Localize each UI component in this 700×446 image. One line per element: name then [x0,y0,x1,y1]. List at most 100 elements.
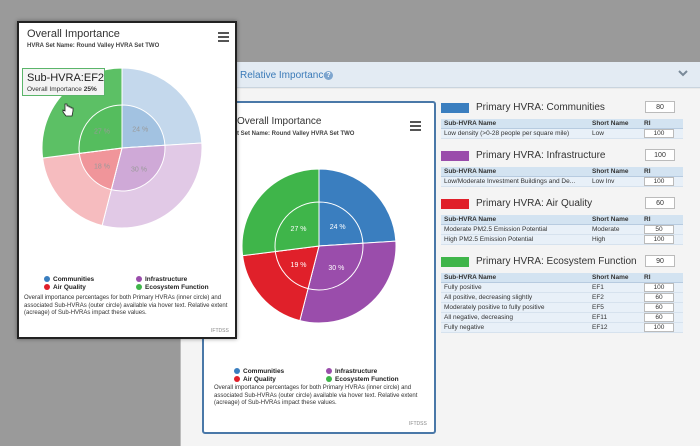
legend-label: Air Quality [243,376,276,383]
hvra-group: Primary HVRA: Communities 80 Sub-HVRA Na… [441,101,683,139]
sub-hvra-short: Low [589,128,641,139]
legend-air-quality[interactable]: Air Quality [234,376,276,383]
hvra-group: Primary HVRA: Ecosystem Function 90 Sub-… [441,255,683,333]
legend-dot-icon [136,284,142,290]
ri-input[interactable]: 100 [644,282,674,291]
legend-ecosystem-function[interactable]: Ecosystem Function [136,284,209,291]
ri-input[interactable]: 100 [644,322,674,331]
ri-input[interactable]: 60 [644,312,674,321]
chart-subtitle: HVRA Set Name: Round Valley HVRA Set TWO [27,43,160,49]
pie-data-label: 24 % [330,224,346,231]
legend-infrastructure[interactable]: Infrastructure [326,368,377,375]
sub-hvra-short: Moderate [589,224,641,235]
hvra-title: Primary HVRA: Communities [476,102,605,113]
sub-hvra-short: EF2 [589,292,641,303]
pie-data-label: 30 % [131,167,147,174]
legend-dot-icon [326,376,332,382]
tooltip-percent: 25% [83,86,97,93]
ri-input[interactable]: 50 [644,224,674,233]
col-header-short: Short Name [589,273,641,283]
table-header-row: Sub-HVRA Name Short Name RI [441,167,683,177]
sub-hvra-table: Sub-HVRA Name Short Name RI Low/Moderate… [441,167,683,187]
table-row: Low/Moderate Investment Buildings and De… [441,176,683,187]
hvra-title: Primary HVRA: Air Quality [476,198,593,209]
panel-title: Relative Importance [240,70,329,81]
sub-hvra-name: Fully negative [441,322,589,333]
legend-label: Air Quality [53,284,86,291]
table-row: Fully negative EF12 100 [441,322,683,333]
watermark: IFTDSS [409,421,427,427]
legend-dot-icon [44,284,50,290]
table-row: All negative, decreasing EF11 60 [441,312,683,323]
sub-hvra-name: Moderate PM2.5 Emission Potential [441,224,589,235]
ri-input[interactable]: 100 [644,128,674,137]
chart-caption: Overall importance percentages for both … [24,295,228,316]
legend-dot-icon [234,376,240,382]
hvra-importance-input[interactable]: 80 [645,101,675,113]
legend-air-quality[interactable]: Air Quality [44,284,86,291]
color-swatch [441,103,469,113]
pie-data-label: 19 % [291,262,307,269]
legend-ecosystem-function[interactable]: Ecosystem Function [326,376,399,383]
legend-label: Ecosystem Function [145,284,209,291]
hvra-header: Primary HVRA: Ecosystem Function 90 [441,255,683,271]
sub-hvra-name: All positive, decreasing slightly [441,292,589,303]
sub-hvra-name: All negative, decreasing [441,312,589,323]
legend-communities[interactable]: Communities [44,276,94,283]
chart-subtitle: t Set Name: Round Valley HVRA Set TWO [237,131,355,137]
sub-hvra-name: Fully positive [441,282,589,293]
menu-icon[interactable] [410,121,421,131]
hvra-header: Primary HVRA: Infrastructure 100 [441,149,683,165]
importance-pie-chart: 24 % 30 % 19 % 27 % [241,168,397,324]
table-header-row: Sub-HVRA Name Short Name RI [441,273,683,283]
hvra-importance-input[interactable]: 90 [645,255,675,267]
info-icon[interactable]: ? [324,71,333,80]
ri-input[interactable]: 60 [644,302,674,311]
ri-input[interactable]: 100 [644,176,674,185]
sub-hvra-name: Moderately positive to fully positive [441,302,589,313]
color-swatch [441,151,469,161]
ri-input[interactable]: 100 [644,234,674,243]
panel-header[interactable]: Relative Importance ? [181,62,700,88]
legend-label: Ecosystem Function [335,376,399,383]
table-row: Moderately positive to fully positive EF… [441,302,683,313]
hvra-importance-input[interactable]: 60 [645,197,675,209]
table-row: All positive, decreasing slightly EF2 60 [441,292,683,303]
table-header-row: Sub-HVRA Name Short Name RI [441,215,683,225]
legend-dot-icon [326,368,332,374]
sub-hvra-short: Low Inv [589,176,641,187]
sub-hvra-short: EF5 [589,302,641,313]
sub-hvra-short: High [589,234,641,245]
sub-hvra-name: Low density (>0-28 people per square mil… [441,128,589,139]
col-header-name: Sub-HVRA Name [441,215,589,225]
col-header-name: Sub-HVRA Name [441,273,589,283]
legend-label: Communities [53,276,95,283]
legend-label: Communities [243,368,285,375]
table-header-row: Sub-HVRA Name Short Name RI [441,119,683,129]
overall-importance-popup: Overall Importance HVRA Set Name: Round … [17,21,237,339]
legend-communities[interactable]: Communities [234,368,284,375]
sub-hvra-name: High PM2.5 Emission Potential [441,234,589,245]
legend-dot-icon [136,276,142,282]
tooltip-label: Overall Importance [27,86,82,93]
ri-input[interactable]: 60 [644,292,674,301]
menu-icon[interactable] [218,32,229,42]
cursor-hand-icon [62,103,74,117]
hvra-title: Primary HVRA: Infrastructure [476,150,606,161]
sub-hvra-table: Sub-HVRA Name Short Name RI Low density … [441,119,683,139]
color-swatch [441,199,469,209]
hvra-title: Primary HVRA: Ecosystem Function [476,256,637,267]
table-row: High PM2.5 Emission Potential High 100 [441,234,683,245]
chevron-down-icon[interactable] [678,69,688,77]
col-header-ri: RI [641,119,683,129]
hvra-importance-input[interactable]: 100 [645,149,675,161]
overall-importance-card: Overall Importance t Set Name: Round Val… [202,101,436,434]
legend-label: Infrastructure [335,368,378,375]
hvra-group: Primary HVRA: Infrastructure 100 Sub-HVR… [441,149,683,187]
chart-caption: Overall importance percentages for both … [214,385,418,406]
col-header-short: Short Name [589,215,641,225]
legend-infrastructure[interactable]: Infrastructure [136,276,187,283]
tooltip-value: Overall Importance 25% [27,86,97,93]
chart-title: Overall Importance [237,116,322,127]
legend-dot-icon [44,276,50,282]
